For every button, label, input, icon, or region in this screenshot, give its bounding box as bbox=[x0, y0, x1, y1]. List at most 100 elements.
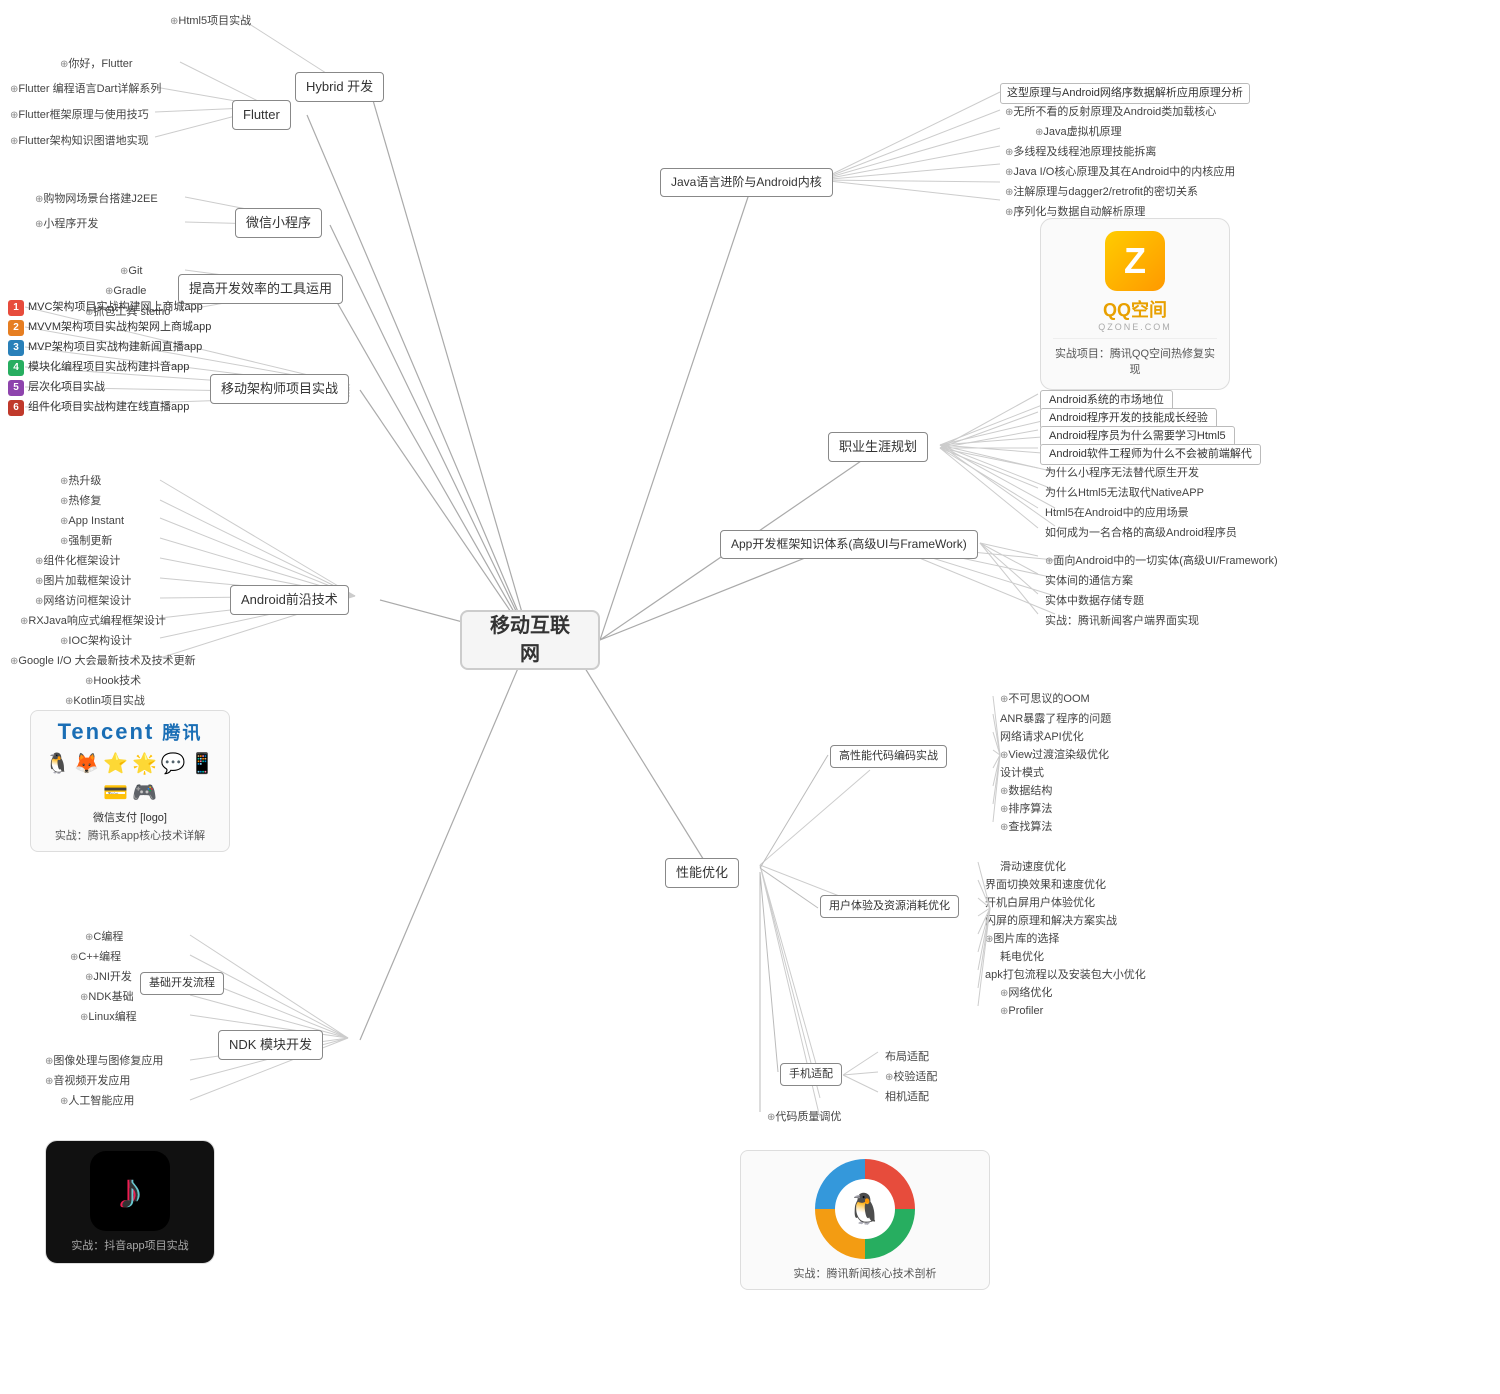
component-label: 组件化项目实战构建在线直播app bbox=[28, 400, 189, 415]
leaf-cpp-prog: C++编程 bbox=[65, 948, 126, 967]
leaf-view-opt: View过渡渲染级优化 bbox=[995, 746, 1114, 765]
mvp-label: MVP架构项目实战构建新闻直播app bbox=[28, 340, 202, 355]
tencent-practice-label: 实战：腾讯系app核心技术详解 bbox=[55, 827, 205, 843]
leaf-modular: 4 模块化编程项目实战构建抖音app bbox=[8, 360, 189, 376]
git-label: Git bbox=[128, 264, 142, 279]
power-label: 耗电优化 bbox=[1000, 950, 1044, 965]
hotupdate-label: 热升级 bbox=[68, 474, 101, 489]
leaf-basic-dev: 基础开发流程 bbox=[140, 972, 224, 995]
leaf-kotlin: Kotlin项目实战 bbox=[60, 692, 150, 711]
branch-app-framework: App开发框架知识体系(高级UI与FrameWork) bbox=[720, 530, 978, 559]
layered-badge: 5 bbox=[8, 380, 24, 396]
startup-exp-label: 开机白屏用户体验优化 bbox=[985, 896, 1095, 911]
mvp-badge: 3 bbox=[8, 340, 24, 356]
algorithm-label: 排序算法 bbox=[1008, 802, 1052, 817]
leaf-html5-android: Html5在Android中的应用场景 bbox=[1040, 504, 1194, 523]
leaf-flutter-knowledge: Flutter架构知识图谱地实现 bbox=[5, 132, 154, 151]
leaf-apk-size: apk打包流程以及安装包大小优化 bbox=[980, 966, 1151, 985]
leaf-google-io: Google I/O 大会最新技术及技术更新 bbox=[5, 652, 201, 671]
leaf-android-engineer: Android软件工程师为什么不会被前端解代 bbox=[1040, 444, 1261, 465]
leaf-ndk-base: NDK基础 bbox=[75, 988, 139, 1007]
api-opt-label: 网络请求API优化 bbox=[1000, 730, 1084, 745]
html5-android-label: Html5在Android中的应用场景 bbox=[1045, 506, 1189, 521]
component-framework-label: 组件化框架设计 bbox=[43, 554, 120, 569]
video-dev-label: 音视频开发应用 bbox=[53, 1074, 130, 1089]
leaf-phone-adapt2: 相机适配 bbox=[880, 1088, 934, 1107]
leaf-hook: Hook技术 bbox=[80, 672, 146, 691]
leaf-linux: Linux编程 bbox=[75, 1008, 142, 1027]
flash-cause-label: 闪屏的原理和解决方案实战 bbox=[985, 914, 1117, 929]
ndk-label: NDK 模块开发 bbox=[229, 1036, 312, 1054]
c-prog-label: C编程 bbox=[93, 930, 123, 945]
leaf-video-dev: 音视频开发应用 bbox=[40, 1072, 135, 1091]
branch-android-frontier: Android前沿技术 bbox=[230, 585, 349, 615]
kotlin-label: Kotlin项目实战 bbox=[73, 694, 145, 709]
basic-dev-label: 基础开发流程 bbox=[149, 976, 215, 991]
leaf-api-opt: 网络请求API优化 bbox=[995, 728, 1089, 747]
leaf-gradle: Gradle bbox=[100, 282, 151, 301]
branch-hybrid: Hybrid 开发 bbox=[295, 72, 384, 102]
app-framework-label: App开发框架知识体系(高级UI与FrameWork) bbox=[731, 536, 967, 553]
wechat-mp-label: 微信小程序 bbox=[246, 214, 311, 232]
leaf-power: 耗电优化 bbox=[995, 948, 1049, 967]
leaf-oom: 不可思议的OOM bbox=[995, 690, 1095, 709]
rxjava-label: RXJava响应式编程框架设计 bbox=[28, 614, 166, 629]
cpp-prog-label: C++编程 bbox=[78, 950, 121, 965]
leaf-mvp: 3 MVP架构项目实战构建新闻直播app bbox=[8, 340, 202, 356]
html5-project-label: Html5项目实战 bbox=[178, 14, 251, 29]
user-exp-label: 用户体验及资源消耗优化 bbox=[829, 899, 950, 914]
high-ui-label: 面向Android中的一切实体(高级UI/Framework) bbox=[1053, 554, 1277, 569]
leaf-force-update: 强制更新 bbox=[55, 532, 117, 551]
leaf-hotupdate: 热升级 bbox=[55, 472, 106, 491]
practice-comm-label: 实体间的通信方案 bbox=[1045, 574, 1133, 589]
perf-label: 性能优化 bbox=[676, 864, 728, 882]
qq-news-icon: 🐧 bbox=[815, 1159, 915, 1259]
leaf-practice-comm: 实体间的通信方案 bbox=[1040, 572, 1138, 591]
leaf-network-opt: 网络优化 bbox=[995, 984, 1057, 1003]
leaf-search-algo: 查找算法 bbox=[995, 818, 1057, 837]
leaf-flutter-dart: Flutter 编程语言Dart详解系列 bbox=[5, 80, 166, 99]
branch-flutter: Flutter bbox=[232, 100, 291, 130]
tiktok-logo-area: ♪ 实战：抖音app项目实战 bbox=[45, 1140, 215, 1264]
center-label: 移动互联网 bbox=[482, 612, 578, 668]
hook-label: Hook技术 bbox=[93, 674, 141, 689]
shopping-j2ee-label: 购物网场景台搭建J2EE bbox=[43, 192, 157, 207]
app-instant-label: App Instant bbox=[68, 514, 124, 529]
leaf-jni: JNI开发 bbox=[80, 968, 137, 987]
leaf-scroll-opt: 滑动速度优化 bbox=[995, 858, 1071, 877]
leaf-hotfix: 热修复 bbox=[55, 492, 106, 511]
ndk-base-label: NDK基础 bbox=[88, 990, 133, 1005]
java-advanced-label: 这型原理与Android网络序数据解析应用原理分析 bbox=[1007, 86, 1243, 101]
android-why-html5-label: Android程序员为什么需要学习Html5 bbox=[1049, 429, 1226, 444]
practice-data-label: 实体中数据存储专题 bbox=[1045, 594, 1144, 609]
leaf-profiler: Profiler bbox=[995, 1002, 1048, 1021]
leaf-image-load: 图片加载框架设计 bbox=[30, 572, 136, 591]
leaf-code-quality: 代码质量调优 bbox=[762, 1108, 846, 1127]
leaf-miniapp-dev: 小程序开发 bbox=[30, 215, 103, 234]
tencent-text: Tencent 腾讯 bbox=[58, 719, 203, 745]
mvc-label: MVC架构项目实战构建网上商城app bbox=[28, 300, 203, 315]
leaf-java-io: Java I/O核心原理及其在Android中的内核应用 bbox=[1000, 163, 1240, 182]
tencent-logo-area: Tencent 腾讯 🐧 🦊 ⭐ 🌟 💬 📱 💳 🎮 微信支付 [logo] 实… bbox=[30, 710, 230, 852]
view-opt-label: View过渡渲染级优化 bbox=[1008, 748, 1109, 763]
center-node: 移动互联网 bbox=[460, 610, 600, 670]
leaf-startup-exp: 开机白屏用户体验优化 bbox=[980, 894, 1100, 913]
java-io-label: Java I/O核心原理及其在Android中的内核应用 bbox=[1013, 165, 1235, 180]
leaf-why-html5-native: 为什么Html5无法取代NativeAPP bbox=[1040, 484, 1209, 503]
android-market-label: Android系统的市场地位 bbox=[1049, 393, 1164, 408]
leaf-ai: 人工智能应用 bbox=[55, 1092, 139, 1111]
layered-label: 层次化项目实战 bbox=[28, 380, 105, 395]
wechat-pay: 微信支付 [logo] bbox=[93, 809, 167, 825]
leaf-practice-data: 实体中数据存储专题 bbox=[1040, 592, 1149, 611]
tools-label: 提高开发效率的工具运用 bbox=[189, 280, 332, 298]
qq-news-practice: 实战：腾讯新闻核心技术剖析 bbox=[794, 1265, 937, 1281]
leaf-why-miniapp: 为什么小程序无法替代原生开发 bbox=[1040, 464, 1204, 483]
jni-label: JNI开发 bbox=[93, 970, 132, 985]
why-html5-native-label: 为什么Html5无法取代NativeAPP bbox=[1045, 486, 1204, 501]
branch-ndk: NDK 模块开发 bbox=[218, 1030, 323, 1060]
android-frontier-label: Android前沿技术 bbox=[241, 591, 338, 609]
mvc-badge: 1 bbox=[8, 300, 24, 316]
phone-adapt-label: 手机适配 bbox=[789, 1067, 833, 1082]
mvvm-label: MVVM架构项目实战构架网上商城app bbox=[28, 320, 211, 335]
leaf-jvm: Java虚拟机原理 bbox=[1030, 123, 1127, 142]
